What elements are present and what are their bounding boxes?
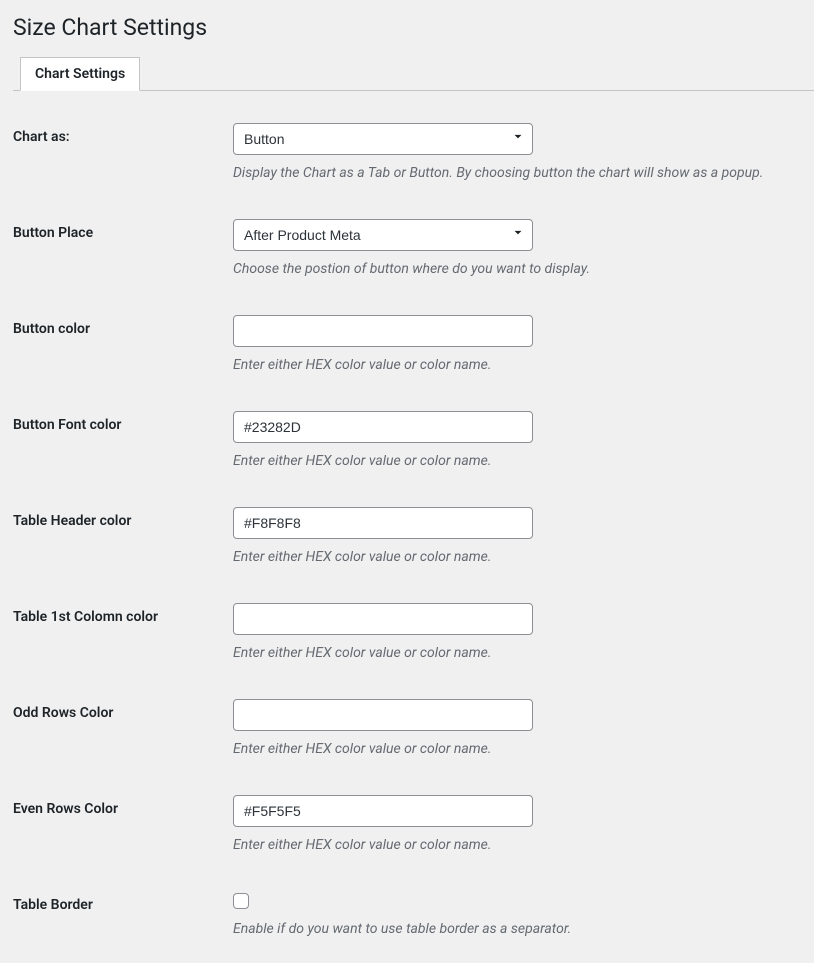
help-odd-rows-color: Enter either HEX color value or color na… [233,741,814,757]
help-table-header-color: Enter either HEX color value or color na… [233,549,814,565]
select-chart-as[interactable]: Button [233,123,533,155]
field-row-table-first-column-color: Table 1st Colomn color Enter either HEX … [0,591,814,687]
field-row-button-color: Button color Enter either HEX color valu… [0,303,814,399]
control-chart-as: Button Display the Chart as a Tab or But… [233,123,814,181]
input-even-rows-color[interactable] [233,795,533,827]
field-row-even-rows-color: Even Rows Color Enter either HEX color v… [0,783,814,879]
input-table-first-column-color[interactable] [233,603,533,635]
field-row-table-header-color: Table Header color Enter either HEX colo… [0,495,814,591]
control-table-border: Enable if do you want to use table borde… [233,891,814,937]
field-row-button-place: Button Place After Product Meta Choose t… [0,207,814,303]
label-table-border: Table Border [13,891,233,937]
label-button-place: Button Place [13,219,233,277]
input-table-header-color[interactable] [233,507,533,539]
input-odd-rows-color[interactable] [233,699,533,731]
tab-wrapper: Chart Settings [13,57,814,91]
input-button-color[interactable] [233,315,533,347]
help-button-font-color: Enter either HEX color value or color na… [233,453,814,469]
label-even-rows-color: Even Rows Color [13,795,233,853]
help-button-color: Enter either HEX color value or color na… [233,357,814,373]
label-table-first-column-color: Table 1st Colomn color [13,603,233,661]
page-title: Size Chart Settings [0,0,814,49]
control-table-header-color: Enter either HEX color value or color na… [233,507,814,565]
label-odd-rows-color: Odd Rows Color [13,699,233,757]
label-table-header-color: Table Header color [13,507,233,565]
control-even-rows-color: Enter either HEX color value or color na… [233,795,814,853]
control-table-first-column-color: Enter either HEX color value or color na… [233,603,814,661]
settings-form: Chart as: Button Display the Chart as a … [0,111,814,963]
help-chart-as: Display the Chart as a Tab or Button. By… [233,165,814,181]
help-button-place: Choose the postion of button where do yo… [233,261,814,277]
field-row-chart-as: Chart as: Button Display the Chart as a … [0,111,814,207]
control-odd-rows-color: Enter either HEX color value or color na… [233,699,814,757]
help-table-first-column-color: Enter either HEX color value or color na… [233,645,814,661]
checkbox-table-border[interactable] [233,893,249,909]
control-button-place: After Product Meta Choose the postion of… [233,219,814,277]
control-button-color: Enter either HEX color value or color na… [233,315,814,373]
control-button-font-color: Enter either HEX color value or color na… [233,411,814,469]
select-button-place[interactable]: After Product Meta [233,219,533,251]
tab-chart-settings[interactable]: Chart Settings [20,57,140,91]
field-row-button-font-color: Button Font color Enter either HEX color… [0,399,814,495]
label-chart-as: Chart as: [13,123,233,181]
help-table-border: Enable if do you want to use table borde… [233,921,814,937]
label-button-color: Button color [13,315,233,373]
field-row-odd-rows-color: Odd Rows Color Enter either HEX color va… [0,687,814,783]
label-button-font-color: Button Font color [13,411,233,469]
input-button-font-color[interactable] [233,411,533,443]
help-even-rows-color: Enter either HEX color value or color na… [233,837,814,853]
field-row-table-border: Table Border Enable if do you want to us… [0,879,814,963]
